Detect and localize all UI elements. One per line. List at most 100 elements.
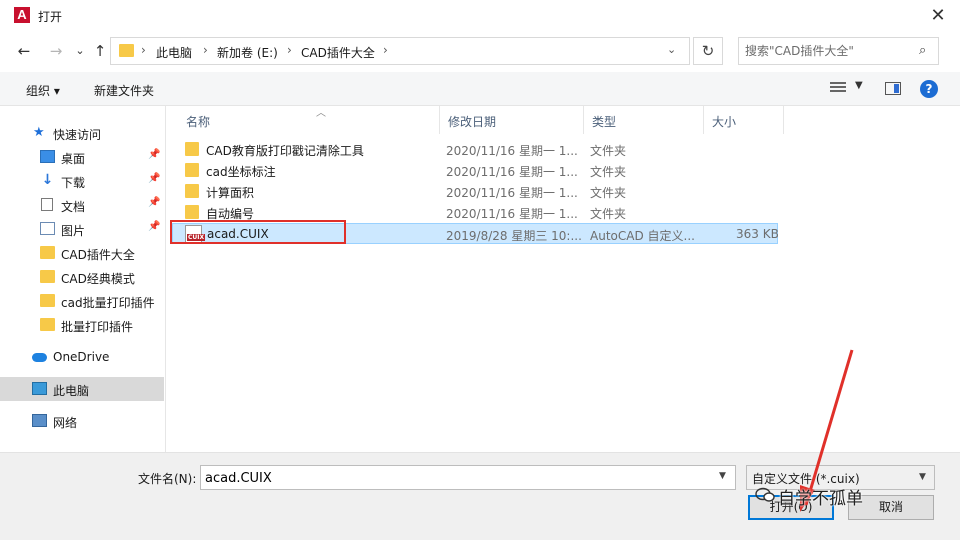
- preview-pane-icon[interactable]: [885, 82, 901, 95]
- folder-icon: [40, 246, 55, 259]
- column-header-date[interactable]: 修改日期: [440, 106, 584, 134]
- sidebar-item-label: 下载: [61, 176, 86, 190]
- cloud-icon: [32, 353, 47, 362]
- sidebar-item-label: 批量打印插件: [61, 320, 134, 334]
- search-box[interactable]: ⌕: [738, 37, 939, 65]
- sidebar-item-cad-batch-print-plugin[interactable]: cad批量打印插件: [0, 289, 164, 313]
- breadcrumb-separator[interactable]: ›: [141, 43, 146, 57]
- new-folder-button[interactable]: 新建文件夹: [94, 82, 154, 99]
- navigation-bar: ← → ⌄ ↑ › 此电脑 › 新加卷 (E:) › CAD插件大全 › ⌄ ↻…: [0, 32, 960, 72]
- file-row[interactable]: cad坐标标注 2020/11/16 星期一 1... 文件夹: [172, 160, 778, 181]
- filename-input[interactable]: [205, 469, 705, 487]
- network-icon: [32, 414, 47, 427]
- folder-icon: [185, 205, 199, 219]
- sidebar-item-pictures[interactable]: 图片 📌: [0, 217, 164, 241]
- window-title: 打开: [38, 10, 63, 24]
- address-bar[interactable]: › 此电脑 › 新加卷 (E:) › CAD插件大全 › ⌄: [110, 37, 690, 65]
- file-date: 2020/11/16 星期一 1...: [446, 144, 578, 158]
- sidebar-item-cad-plugins[interactable]: CAD插件大全: [0, 241, 164, 265]
- file-type: 文件夹: [590, 207, 627, 221]
- file-name: cad坐标标注: [206, 165, 276, 179]
- sidebar-item-this-pc[interactable]: 此电脑: [0, 377, 164, 401]
- sidebar-item-downloads[interactable]: ↓ 下载 📌: [0, 169, 164, 193]
- sidebar-item-documents[interactable]: 文档 📌: [0, 193, 164, 217]
- folder-icon: [40, 270, 55, 283]
- view-dropdown-icon[interactable]: ▼: [855, 80, 863, 91]
- sidebar-item-label: 此电脑: [53, 384, 90, 398]
- sidebar-item-onedrive[interactable]: OneDrive: [0, 345, 164, 369]
- desktop-icon: [40, 150, 55, 163]
- folder-icon: [185, 184, 199, 198]
- file-row[interactable]: 计算面积 2020/11/16 星期一 1... 文件夹: [172, 181, 778, 202]
- search-icon[interactable]: ⌕: [919, 43, 926, 58]
- wechat-icon: [755, 487, 775, 502]
- title-bar: A 打开 ✕: [0, 0, 960, 32]
- back-button[interactable]: ←: [14, 40, 34, 62]
- sidebar-item-label: 快速访问: [53, 128, 102, 142]
- filename-combobox[interactable]: ▼: [200, 465, 736, 490]
- pin-icon: 📌: [148, 173, 161, 184]
- folder-icon: [40, 294, 55, 307]
- folder-icon: [119, 44, 134, 57]
- file-date: 2020/11/16 星期一 1...: [446, 207, 578, 221]
- folder-icon: [40, 318, 55, 331]
- file-name: 计算面积: [206, 186, 255, 200]
- view-options-icon[interactable]: [830, 82, 846, 94]
- file-type: AutoCAD 自定义...: [590, 229, 695, 243]
- sidebar-item-cad-classic-mode[interactable]: CAD经典模式: [0, 265, 164, 289]
- watermark-text: 自学不孤单: [778, 489, 863, 509]
- file-size: 363 KB: [736, 227, 779, 241]
- sidebar-item-quick-access[interactable]: ★ 快速访问: [0, 121, 164, 145]
- pin-icon: 📌: [148, 197, 161, 208]
- sidebar-item-label: 文档: [61, 200, 86, 214]
- sidebar-item-network[interactable]: 网络: [0, 409, 164, 433]
- chevron-down-icon[interactable]: ▼: [919, 472, 926, 482]
- breadcrumb-separator[interactable]: ›: [203, 43, 208, 57]
- pictures-icon: [40, 222, 55, 235]
- column-header-name[interactable]: 名称 ︿: [178, 106, 440, 134]
- pin-icon: 📌: [148, 221, 161, 232]
- breadcrumb-separator[interactable]: ›: [287, 43, 292, 57]
- download-icon: ↓: [41, 172, 54, 188]
- navigation-pane: ★ 快速访问 桌面 📌 ↓ 下载 📌 文档 📌 图片 📌 CAD插件大全 CAD…: [0, 106, 166, 452]
- close-button[interactable]: ✕: [920, 0, 956, 32]
- file-date: 2020/11/16 星期一 1...: [446, 186, 578, 200]
- file-date: 2019/8/28 星期三 10:...: [446, 229, 582, 243]
- recent-locations-dropdown[interactable]: ⌄: [70, 40, 90, 62]
- organize-menu-button[interactable]: 组织 ▾: [26, 82, 60, 99]
- refresh-button[interactable]: ↻: [693, 37, 723, 65]
- autocad-app-icon: A: [14, 7, 30, 23]
- file-type: 文件夹: [590, 144, 627, 158]
- search-input[interactable]: [745, 42, 915, 60]
- file-name: CAD教育版打印戳记清除工具: [206, 144, 364, 158]
- up-button[interactable]: ↑: [90, 40, 110, 62]
- sidebar-item-label: CAD经典模式: [61, 272, 135, 286]
- file-date: 2020/11/16 星期一 1...: [446, 165, 578, 179]
- breadcrumb-drive-e[interactable]: 新加卷 (E:): [217, 44, 278, 61]
- sidebar-item-desktop[interactable]: 桌面 📌: [0, 145, 164, 169]
- sidebar-item-batch-print-plugin[interactable]: 批量打印插件: [0, 313, 164, 337]
- sidebar-item-label: 图片: [61, 224, 86, 238]
- cancel-button-label: 取消: [878, 500, 903, 514]
- chevron-down-icon[interactable]: ▼: [719, 471, 726, 481]
- sidebar-item-label: OneDrive: [53, 350, 110, 364]
- folder-icon: [185, 142, 199, 156]
- column-header-type[interactable]: 类型: [584, 106, 704, 134]
- file-type: 文件夹: [590, 165, 627, 179]
- pin-icon: 📌: [148, 149, 161, 160]
- column-header-label: 大小: [712, 115, 737, 129]
- column-header-size[interactable]: 大小: [704, 106, 784, 134]
- column-header-label: 修改日期: [448, 115, 497, 129]
- breadcrumb-this-pc[interactable]: 此电脑: [156, 44, 192, 61]
- sidebar-item-label: 网络: [53, 416, 78, 430]
- file-type: 文件夹: [590, 186, 627, 200]
- highlight-annotation-box: [170, 220, 346, 244]
- document-icon: [41, 198, 53, 211]
- forward-button[interactable]: →: [46, 40, 66, 62]
- breadcrumb-separator[interactable]: ›: [383, 43, 388, 57]
- help-icon[interactable]: ?: [920, 80, 938, 98]
- filename-label: 文件名(N):: [138, 472, 197, 486]
- file-row[interactable]: CAD教育版打印戳记清除工具 2020/11/16 星期一 1... 文件夹: [172, 139, 778, 160]
- address-dropdown-icon[interactable]: ⌄: [667, 43, 676, 56]
- breadcrumb-cad-plugins[interactable]: CAD插件大全: [301, 44, 375, 61]
